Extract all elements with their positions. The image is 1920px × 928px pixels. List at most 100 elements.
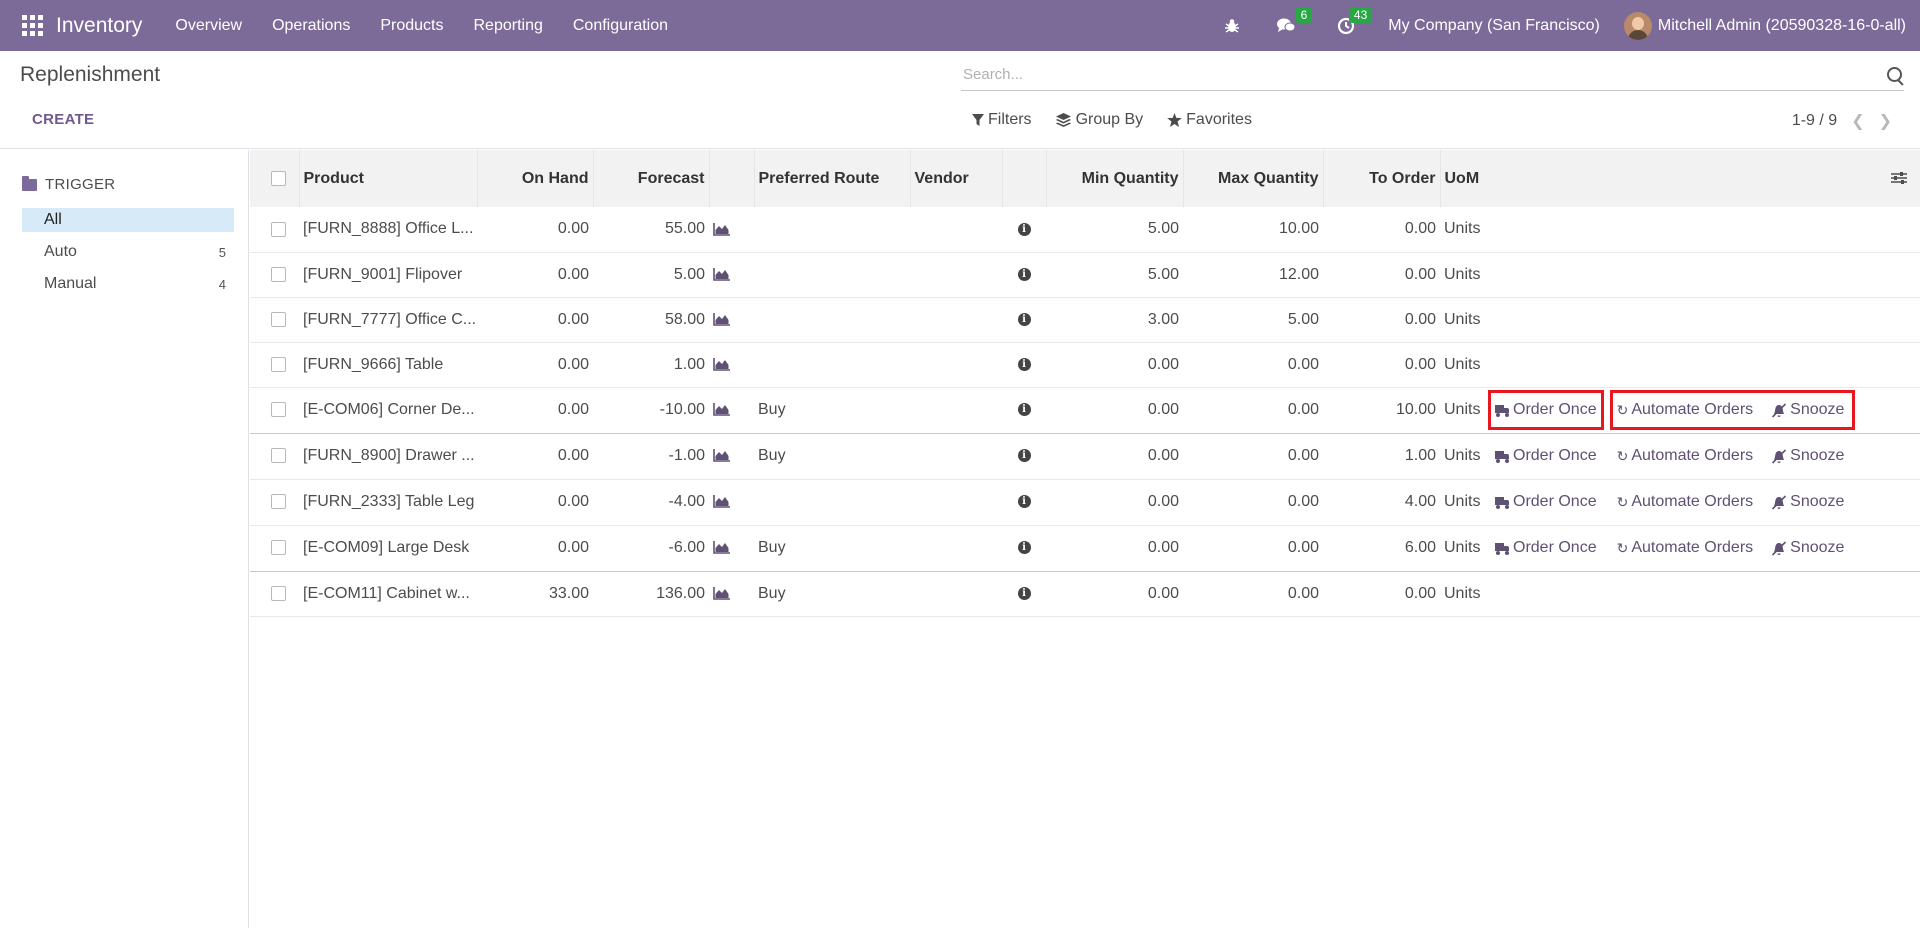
info-icon[interactable]: i [1017, 403, 1031, 417]
area-chart-icon[interactable] [713, 541, 730, 555]
max-quantity-cell[interactable]: 0.00 [1183, 479, 1323, 525]
snooze-button[interactable]: Snooze [1767, 485, 1848, 519]
snooze-button[interactable]: Snooze [1767, 393, 1848, 427]
sidebar-item-all[interactable]: All [22, 208, 234, 232]
product-cell[interactable]: [E-COM06] Corner De... [299, 387, 477, 433]
product-cell[interactable]: [FURN_7777] Office C... [299, 297, 477, 342]
area-chart-icon[interactable] [713, 449, 730, 463]
table-row[interactable]: [FURN_7777] Office C... 0.00 58.00 i 3.0… [250, 297, 1920, 342]
min-quantity-cell[interactable]: 5.00 [1046, 252, 1183, 297]
menu-products[interactable]: Products [365, 17, 458, 35]
vendor-cell[interactable] [910, 525, 1002, 571]
product-cell[interactable]: [E-COM11] Cabinet w... [299, 571, 477, 616]
app-name[interactable]: Inventory [56, 14, 142, 38]
to-order-cell[interactable]: 0.00 [1323, 207, 1440, 252]
table-row[interactable]: [FURN_9666] Table 0.00 1.00 i 0.00 0.00 … [250, 342, 1920, 387]
order-once-button[interactable]: Order Once [1491, 439, 1601, 473]
row-checkbox[interactable] [271, 356, 286, 372]
sliders-settings-icon[interactable] [1891, 171, 1907, 185]
col-on-hand[interactable]: On Hand [477, 150, 594, 207]
user-avatar[interactable] [1623, 11, 1652, 40]
menu-reporting[interactable]: Reporting [458, 17, 557, 35]
messages-chat-icon[interactable]: 6 [1274, 6, 1313, 38]
to-order-cell[interactable]: 0.00 [1323, 571, 1440, 616]
debug-bug-icon[interactable] [1220, 14, 1244, 38]
filters-dropdown[interactable]: Filters [972, 111, 1032, 129]
table-row[interactable]: [E-COM09] Large Desk 0.00 -6.00 Buy i 0.… [250, 525, 1920, 571]
table-row[interactable]: [FURN_9001] Flipover 0.00 5.00 i 5.00 12… [250, 252, 1920, 297]
min-quantity-cell[interactable]: 5.00 [1046, 207, 1183, 252]
product-cell[interactable]: [FURN_9001] Flipover [299, 252, 477, 297]
max-quantity-cell[interactable]: 12.00 [1183, 252, 1323, 297]
row-checkbox[interactable] [271, 448, 286, 464]
info-icon[interactable]: i [1017, 541, 1031, 555]
create-button[interactable]: CREATE [32, 111, 94, 128]
max-quantity-cell[interactable]: 0.00 [1183, 571, 1323, 616]
preferred-route-cell[interactable] [754, 207, 910, 252]
vendor-cell[interactable] [910, 207, 1002, 252]
table-row[interactable]: [E-COM06] Corner De... 0.00 -10.00 Buy i… [250, 387, 1920, 433]
min-quantity-cell[interactable]: 0.00 [1046, 387, 1183, 433]
activities-clock-icon[interactable]: 43 [1334, 6, 1373, 38]
to-order-cell[interactable]: 4.00 [1323, 479, 1440, 525]
product-cell[interactable]: [E-COM09] Large Desk [299, 525, 477, 571]
select-all-checkbox[interactable] [271, 170, 286, 186]
min-quantity-cell[interactable]: 0.00 [1046, 433, 1183, 479]
pager-next-icon[interactable]: ❯ [1879, 111, 1892, 131]
order-once-button[interactable]: Order Once [1491, 531, 1601, 565]
max-quantity-cell[interactable]: 5.00 [1183, 297, 1323, 342]
to-order-cell[interactable]: 0.00 [1323, 252, 1440, 297]
product-cell[interactable]: [FURN_8888] Office L... [299, 207, 477, 252]
product-cell[interactable]: [FURN_2333] Table Leg [299, 479, 477, 525]
automate-orders-button[interactable]: ↻ Automate Orders [1613, 485, 1758, 519]
col-min-quantity[interactable]: Min Quantity [1046, 150, 1184, 207]
area-chart-icon[interactable] [713, 586, 730, 600]
menu-configuration[interactable]: Configuration [558, 17, 683, 35]
snooze-button[interactable]: Snooze [1767, 439, 1848, 473]
pager-previous-icon[interactable]: ❮ [1851, 111, 1864, 131]
min-quantity-cell[interactable]: 0.00 [1046, 571, 1183, 616]
area-chart-icon[interactable] [713, 357, 730, 371]
min-quantity-cell[interactable]: 0.00 [1046, 525, 1183, 571]
sidebar-item-manual[interactable]: Manual 4 [22, 272, 234, 296]
search-input[interactable] [961, 66, 1886, 83]
max-quantity-cell[interactable]: 0.00 [1183, 342, 1323, 387]
to-order-cell[interactable]: 1.00 [1323, 433, 1440, 479]
row-checkbox[interactable] [271, 402, 286, 418]
preferred-route-cell[interactable]: Buy [754, 571, 910, 616]
product-cell[interactable]: [FURN_9666] Table [299, 342, 477, 387]
menu-overview[interactable]: Overview [160, 17, 257, 35]
to-order-cell[interactable]: 10.00 [1323, 387, 1440, 433]
area-chart-icon[interactable] [713, 403, 730, 417]
company-switcher[interactable]: My Company (San Francisco) [1388, 17, 1600, 35]
pager-value[interactable]: 1-9 / 9 [1792, 112, 1837, 130]
info-icon[interactable]: i [1017, 267, 1031, 281]
row-checkbox[interactable] [271, 311, 286, 327]
vendor-cell[interactable] [910, 433, 1002, 479]
apps-menu-icon[interactable] [20, 14, 44, 38]
min-quantity-cell[interactable]: 0.00 [1046, 479, 1183, 525]
preferred-route-cell[interactable]: Buy [754, 433, 910, 479]
info-icon[interactable]: i [1017, 222, 1031, 236]
order-once-button[interactable]: Order Once [1488, 390, 1604, 430]
user-menu[interactable]: Mitchell Admin (20590328-16-0-all) [1658, 17, 1906, 35]
row-checkbox[interactable] [271, 266, 286, 282]
vendor-cell[interactable] [910, 479, 1002, 525]
info-icon[interactable]: i [1017, 357, 1031, 371]
col-vendor[interactable]: Vendor [910, 150, 1003, 207]
automate-orders-button[interactable]: ↻ Automate Orders [1613, 393, 1758, 427]
row-checkbox[interactable] [271, 585, 286, 601]
row-checkbox[interactable] [271, 494, 286, 510]
max-quantity-cell[interactable]: 10.00 [1183, 207, 1323, 252]
order-once-button[interactable]: Order Once [1491, 485, 1601, 519]
row-checkbox[interactable] [271, 540, 286, 556]
groupby-dropdown[interactable]: Group By [1055, 111, 1143, 129]
max-quantity-cell[interactable]: 0.00 [1183, 525, 1323, 571]
automate-orders-button[interactable]: ↻ Automate Orders [1613, 439, 1758, 473]
favorites-dropdown[interactable]: Favorites [1167, 111, 1252, 129]
min-quantity-cell[interactable]: 0.00 [1046, 342, 1183, 387]
vendor-cell[interactable] [910, 252, 1002, 297]
automate-orders-button[interactable]: ↻ Automate Orders [1613, 531, 1758, 565]
col-product[interactable]: Product [299, 150, 478, 207]
min-quantity-cell[interactable]: 3.00 [1046, 297, 1183, 342]
